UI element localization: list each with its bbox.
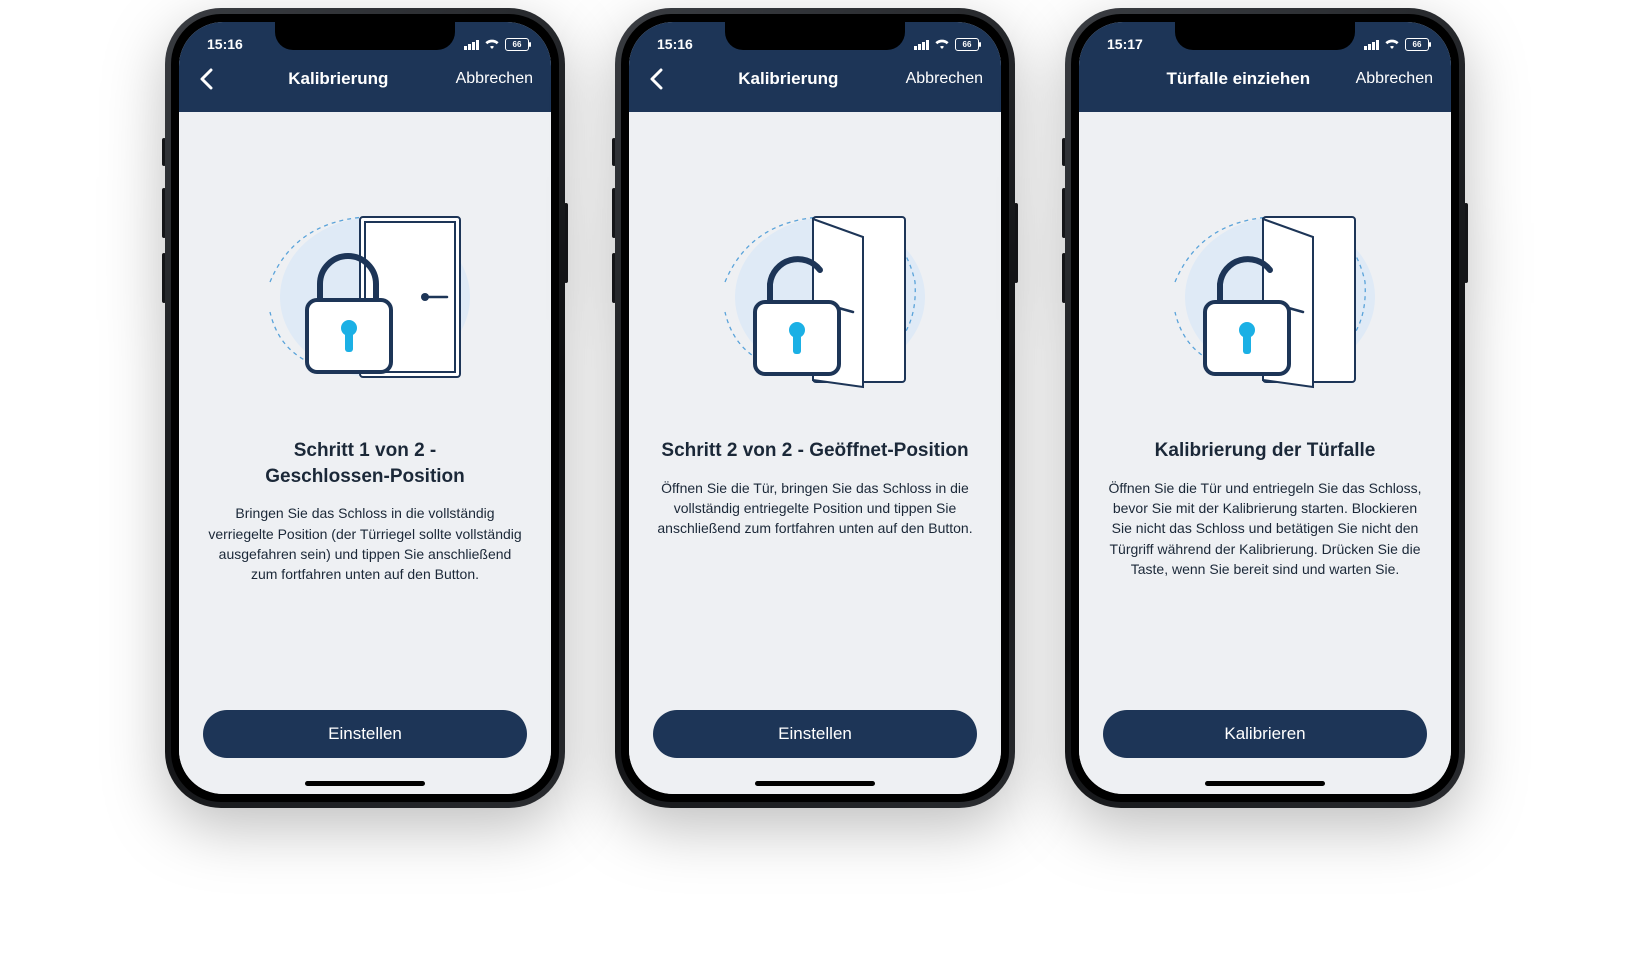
- home-indicator[interactable]: [1205, 781, 1325, 786]
- wifi-icon: [934, 38, 950, 50]
- phone-mockup: 15:16 66 Kalibrierung Abbrechen: [165, 8, 565, 808]
- notch: [1175, 22, 1355, 50]
- step-heading: Kalibrierung der Türfalle: [1129, 438, 1402, 464]
- cellular-icon: [464, 39, 479, 50]
- nav-bar: Kalibrierung Abbrechen: [629, 58, 1001, 90]
- battery-icon: 66: [505, 38, 529, 51]
- wifi-icon: [484, 38, 500, 50]
- page-title: Kalibrierung: [221, 69, 456, 89]
- back-button[interactable]: [641, 68, 671, 90]
- stage: 15:16 66 Kalibrierung Abbrechen: [0, 0, 1630, 980]
- wifi-icon: [1384, 38, 1400, 50]
- cellular-icon: [914, 39, 929, 50]
- status-time: 15:16: [657, 36, 693, 52]
- page-title: Türfalle einziehen: [1121, 69, 1356, 89]
- cancel-button[interactable]: Abbrechen: [1356, 70, 1433, 88]
- home-indicator[interactable]: [755, 781, 875, 786]
- primary-button[interactable]: Kalibrieren: [1103, 710, 1427, 758]
- cellular-icon: [1364, 39, 1379, 50]
- primary-button[interactable]: Einstellen: [203, 710, 527, 758]
- status-time: 15:17: [1107, 36, 1143, 52]
- nav-bar: Türfalle einziehen Abbrechen: [1079, 58, 1451, 90]
- app-body: Schritt 1 von 2 - Geschlossen-Position B…: [179, 112, 551, 794]
- illustration-locked-door: [235, 162, 495, 402]
- screen: 15:16 66 Kalibrierung Abbrechen: [179, 22, 551, 794]
- cancel-button[interactable]: Abbrechen: [456, 70, 533, 88]
- step-heading: Schritt 2 von 2 - Geöffnet-Position: [635, 438, 994, 464]
- step-body: Öffnen Sie die Tür und entriegeln Sie da…: [1079, 478, 1451, 579]
- battery-icon: 66: [955, 38, 979, 51]
- screen: 15:17 66 Türfalle einziehen Abbrechen: [1079, 22, 1451, 794]
- home-indicator[interactable]: [305, 781, 425, 786]
- nav-bar: Kalibrierung Abbrechen: [179, 58, 551, 90]
- battery-icon: 66: [1405, 38, 1429, 51]
- notch: [725, 22, 905, 50]
- cancel-button[interactable]: Abbrechen: [906, 70, 983, 88]
- phone-mockup: 15:17 66 Türfalle einziehen Abbrechen: [1065, 8, 1465, 808]
- primary-button[interactable]: Einstellen: [653, 710, 977, 758]
- step-body: Öffnen Sie die Tür, bringen Sie das Schl…: [629, 478, 1001, 539]
- app-body: Schritt 2 von 2 - Geöffnet-Position Öffn…: [629, 112, 1001, 794]
- page-title: Kalibrierung: [671, 69, 906, 89]
- phone-mockup: 15:16 66 Kalibrierung Abbrechen: [615, 8, 1015, 808]
- step-heading: Schritt 1 von 2 - Geschlossen-Position: [239, 438, 491, 489]
- illustration-open-door: [685, 162, 945, 402]
- illustration-open-door: [1135, 162, 1395, 402]
- screen: 15:16 66 Kalibrierung Abbrechen: [629, 22, 1001, 794]
- status-time: 15:16: [207, 36, 243, 52]
- app-body: Kalibrierung der Türfalle Öffnen Sie die…: [1079, 112, 1451, 794]
- step-body: Bringen Sie das Schloss in die vollständ…: [179, 503, 551, 584]
- notch: [275, 22, 455, 50]
- back-button[interactable]: [191, 68, 221, 90]
